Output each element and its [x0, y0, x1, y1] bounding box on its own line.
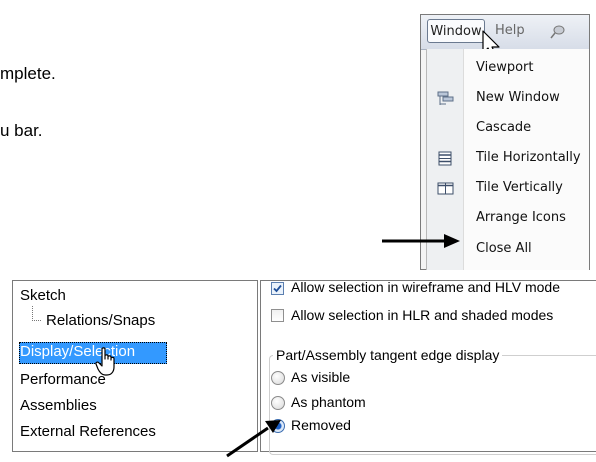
menu-item-tile-vertically[interactable]: Tile Vertically [476, 173, 563, 203]
tree-item-external-references[interactable]: External References [20, 423, 156, 440]
tree-connector [32, 306, 41, 321]
menu-item-tile-horizontally[interactable]: Tile Horizontally [476, 143, 581, 173]
tile-vertically-icon [437, 181, 454, 196]
instruction-text-2: u bar. [0, 121, 43, 140]
radio-as-phantom-label: As phantom [291, 394, 366, 410]
radio-as-visible-label: As visible [291, 369, 351, 385]
callout-arrow-removed [224, 418, 284, 458]
checkbox-allow-wireframe-label: Allow selection in wireframe and HLV mod… [291, 279, 560, 295]
instruction-text-1: mplete. [0, 64, 56, 83]
window-menu-screenshot: Window Help Viewport New Window Cascade … [420, 14, 590, 270]
menu-bar: Window Help [421, 15, 589, 58]
tile-horizontally-icon [437, 151, 454, 166]
menu-item-viewport[interactable]: Viewport [476, 53, 534, 83]
tangent-edge-group-title: Part/Assembly tangent edge display [273, 347, 503, 363]
tree-item-sketch[interactable]: Sketch [20, 287, 66, 304]
tree-item-performance[interactable]: Performance [20, 371, 106, 388]
radio-as-visible[interactable] [271, 371, 285, 385]
options-tree-panel: Sketch Relations/Snaps Display/Selection… [12, 280, 258, 452]
checkbox-allow-wireframe[interactable] [271, 282, 284, 295]
menu-item-arrange-icons[interactable]: Arrange Icons [476, 203, 566, 233]
menu-window[interactable]: Window [427, 19, 485, 43]
checkbox-allow-hlr-label: Allow selection in HLR and shaded modes [291, 307, 554, 323]
tree-item-relations-snaps[interactable]: Relations/Snaps [46, 312, 155, 329]
menu-item-cascade[interactable]: Cascade [476, 113, 531, 143]
tree-item-assemblies[interactable]: Assemblies [20, 397, 97, 414]
callout-arrow-close-all [382, 233, 462, 248]
menu-item-new-window[interactable]: New Window [476, 83, 560, 113]
checkbox-allow-hlr[interactable] [271, 309, 284, 322]
radio-removed-label: Removed [291, 417, 351, 433]
radio-as-phantom[interactable] [271, 396, 285, 410]
options-settings-panel: Allow selection in wireframe and HLV mod… [260, 279, 596, 455]
new-window-icon [437, 91, 454, 106]
menu-item-close-all[interactable]: Close All [476, 234, 532, 264]
options-dialog-screenshot: Sketch Relations/Snaps Display/Selection… [12, 279, 596, 455]
pushpin-icon[interactable] [550, 24, 565, 39]
